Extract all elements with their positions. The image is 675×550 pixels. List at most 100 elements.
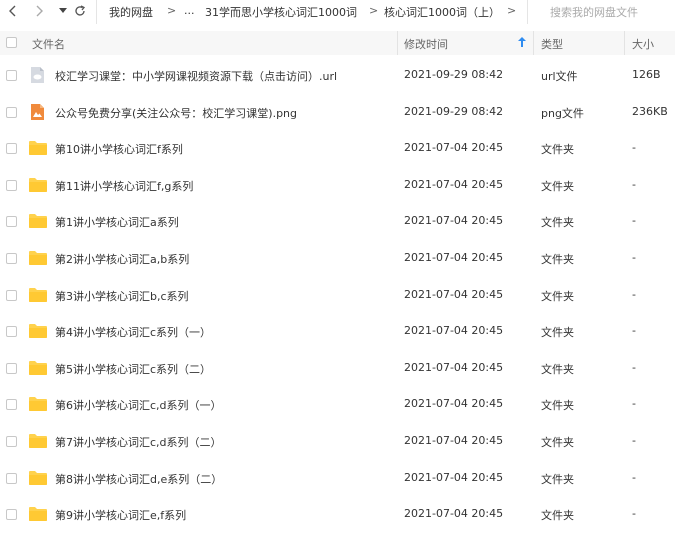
file-type: 文件夹 bbox=[541, 509, 574, 523]
sort-ascending-icon bbox=[518, 37, 526, 47]
row-checkbox[interactable] bbox=[6, 362, 17, 374]
row-checkbox[interactable] bbox=[6, 70, 17, 81]
row-checkbox[interactable] bbox=[6, 106, 17, 118]
file-modified-time: 2021-07-04 20:45 bbox=[404, 397, 504, 411]
file-name[interactable]: 第9讲小学核心词汇e,f系列 bbox=[55, 507, 186, 523]
file-size: - bbox=[632, 324, 636, 338]
folder-icon bbox=[28, 139, 47, 157]
file-name[interactable]: 第6讲小学核心词汇c,d系列（一） bbox=[55, 397, 222, 413]
file-row[interactable]: 第1讲小学核心词汇a系列 2021-07-04 20:45 文件夹 - bbox=[0, 204, 675, 240]
file-name[interactable]: 第2讲小学核心词汇a,b系列 bbox=[55, 251, 189, 267]
column-divider bbox=[397, 31, 398, 55]
back-button[interactable] bbox=[4, 2, 22, 20]
image-file-icon bbox=[28, 103, 46, 121]
row-checkbox[interactable] bbox=[6, 326, 17, 338]
toolbar: 我的网盘 > ... 31学而思小学核心词汇1000词 > 核心词汇1000词（… bbox=[0, 0, 675, 24]
file-modified-time: 2021-07-04 20:45 bbox=[404, 287, 504, 301]
file-size: - bbox=[632, 360, 636, 374]
file-type: url文件 bbox=[541, 70, 578, 83]
file-row[interactable]: 第9讲小学核心词汇e,f系列 2021-07-04 20:45 文件夹 - bbox=[0, 497, 675, 533]
file-row[interactable]: 第8讲小学核心词汇d,e系列（二） 2021-07-04 20:45 文件夹 - bbox=[0, 461, 675, 497]
forward-button[interactable] bbox=[30, 2, 48, 20]
file-row[interactable]: 第10讲小学核心词汇f系列 2021-07-04 20:45 文件夹 - bbox=[0, 131, 675, 167]
file-size: - bbox=[632, 251, 636, 264]
file-type: 文件夹 bbox=[541, 436, 574, 449]
breadcrumb-item-parent[interactable]: 31学而思小学核心词汇1000词 bbox=[205, 4, 357, 20]
file-modified-time: 2021-09-29 08:42 bbox=[404, 104, 504, 118]
file-type: 文件夹 bbox=[541, 399, 574, 413]
file-name[interactable]: 第3讲小学核心词汇b,c系列 bbox=[55, 288, 189, 304]
column-header-type[interactable]: 类型 bbox=[541, 36, 563, 52]
file-type: 文件夹 bbox=[541, 179, 574, 193]
file-type: 文件夹 bbox=[541, 289, 574, 303]
file-size: - bbox=[632, 214, 636, 228]
file-row[interactable]: 公众号免费分享(关注公众号：校汇学习课堂).png 2021-09-29 08:4… bbox=[0, 95, 675, 131]
file-type: 文件夹 bbox=[541, 143, 574, 157]
file-type: 文件夹 bbox=[541, 216, 574, 230]
file-name[interactable]: 第4讲小学核心词汇c系列（一） bbox=[55, 324, 211, 340]
history-dropdown-button[interactable] bbox=[54, 2, 72, 20]
row-checkbox[interactable] bbox=[6, 216, 17, 228]
row-checkbox[interactable] bbox=[6, 143, 17, 155]
file-list-header: 文件名 修改时间 类型 大小 bbox=[0, 31, 675, 55]
select-all-checkbox[interactable] bbox=[6, 37, 17, 48]
file-size: - bbox=[632, 434, 636, 447]
breadcrumb-item-current[interactable]: 核心词汇1000词（上） bbox=[384, 4, 500, 20]
search-box[interactable]: 搜索我的网盘文件 bbox=[527, 0, 675, 24]
breadcrumb-item-root[interactable]: 我的网盘 bbox=[109, 4, 153, 20]
folder-icon bbox=[28, 249, 47, 267]
file-name[interactable]: 第10讲小学核心词汇f系列 bbox=[55, 141, 183, 157]
file-row[interactable]: 第3讲小学核心词汇b,c系列 2021-07-04 20:45 文件夹 - bbox=[0, 278, 675, 314]
folder-icon bbox=[28, 176, 47, 194]
breadcrumb-separator: > bbox=[369, 4, 379, 17]
breadcrumb-item-ellipsis[interactable]: ... bbox=[184, 4, 195, 17]
row-checkbox[interactable] bbox=[6, 179, 17, 191]
file-name[interactable]: 公众号免费分享(关注公众号：校汇学习课堂).png bbox=[55, 105, 297, 121]
breadcrumb: 我的网盘 > ... 31学而思小学核心词汇1000词 > 核心词汇1000词（… bbox=[96, 0, 527, 24]
refresh-button[interactable] bbox=[71, 2, 89, 20]
file-type: 文件夹 bbox=[541, 362, 574, 376]
column-header-size[interactable]: 大小 bbox=[632, 36, 654, 52]
url-file-icon bbox=[28, 66, 46, 84]
row-checkbox[interactable] bbox=[6, 399, 17, 411]
file-size: 236KB bbox=[632, 104, 668, 118]
file-name[interactable]: 第5讲小学核心词汇c系列（二） bbox=[55, 361, 211, 377]
file-row[interactable]: 第6讲小学核心词汇c,d系列（一） 2021-07-04 20:45 文件夹 - bbox=[0, 387, 675, 423]
caret-down-icon bbox=[59, 8, 67, 13]
file-row[interactable]: 校汇学习课堂：中小学网课视频资源下载（点击访问）.url 2021-09-29 0… bbox=[0, 58, 675, 94]
file-size: - bbox=[632, 397, 636, 411]
folder-icon bbox=[28, 359, 47, 377]
file-modified-time: 2021-07-04 20:45 bbox=[404, 470, 504, 484]
file-row[interactable]: 第2讲小学核心词汇a,b系列 2021-07-04 20:45 文件夹 - bbox=[0, 241, 675, 277]
file-name[interactable]: 第7讲小学核心词汇c,d系列（二） bbox=[55, 434, 222, 450]
chevron-left-icon bbox=[9, 5, 16, 17]
file-name[interactable]: 校汇学习课堂：中小学网课视频资源下载（点击访问）.url bbox=[55, 68, 337, 84]
column-header-modified[interactable]: 修改时间 bbox=[404, 36, 448, 52]
file-name[interactable]: 第8讲小学核心词汇d,e系列（二） bbox=[55, 471, 222, 487]
row-checkbox[interactable] bbox=[6, 472, 17, 484]
file-type: png文件 bbox=[541, 106, 584, 120]
row-checkbox[interactable] bbox=[6, 289, 17, 301]
file-row[interactable]: 第7讲小学核心词汇c,d系列（二） 2021-07-04 20:45 文件夹 - bbox=[0, 424, 675, 460]
file-name[interactable]: 第1讲小学核心词汇a系列 bbox=[55, 214, 179, 230]
row-checkbox[interactable] bbox=[6, 436, 17, 447]
folder-icon bbox=[28, 395, 47, 413]
file-modified-time: 2021-07-04 20:45 bbox=[404, 434, 504, 447]
row-checkbox[interactable] bbox=[6, 253, 17, 264]
folder-icon bbox=[28, 505, 47, 523]
file-type: 文件夹 bbox=[541, 472, 574, 486]
search-input[interactable]: 搜索我的网盘文件 bbox=[550, 4, 638, 20]
row-checkbox[interactable] bbox=[6, 509, 17, 521]
file-size: - bbox=[632, 141, 636, 155]
file-size: - bbox=[632, 470, 636, 484]
file-modified-time: 2021-07-04 20:45 bbox=[404, 141, 504, 155]
folder-icon bbox=[28, 469, 47, 487]
file-row[interactable]: 第5讲小学核心词汇c系列（二） 2021-07-04 20:45 文件夹 - bbox=[0, 351, 675, 387]
file-row[interactable]: 第11讲小学核心词汇f,g系列 2021-07-04 20:45 文件夹 - bbox=[0, 168, 675, 204]
file-row[interactable]: 第4讲小学核心词汇c系列（一） 2021-07-04 20:45 文件夹 - bbox=[0, 314, 675, 350]
file-modified-time: 2021-07-04 20:45 bbox=[404, 324, 504, 338]
file-name[interactable]: 第11讲小学核心词汇f,g系列 bbox=[55, 178, 193, 194]
folder-icon bbox=[28, 212, 47, 230]
breadcrumb-separator: > bbox=[507, 4, 517, 17]
column-header-name[interactable]: 文件名 bbox=[32, 36, 65, 52]
